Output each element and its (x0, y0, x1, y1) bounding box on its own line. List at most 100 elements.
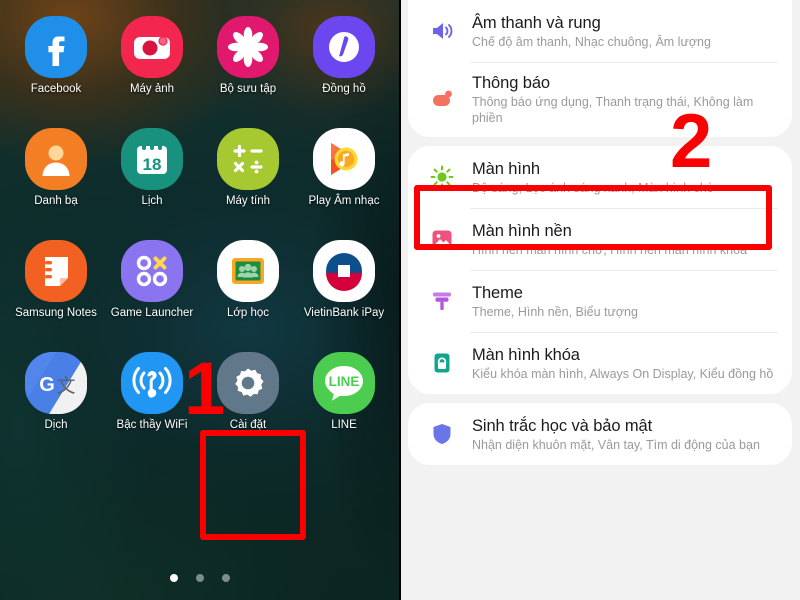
app-label: VietinBank iPay (303, 307, 385, 319)
row-subtitle: Độ sáng, Lọc ánh sáng xanh, Màn hình chờ (472, 180, 716, 195)
app-row: G 文 Dịch Bậc thầy WiFi Cài đặt LINE LINE (8, 352, 392, 464)
app-label: Samsung Notes (15, 307, 97, 319)
row-text: Âm thanh và rung Chế độ âm thanh, Nhạc c… (472, 13, 778, 50)
brightness-sun-icon (422, 164, 462, 190)
row-title: Âm thanh và rung (472, 13, 601, 32)
row-subtitle: Hình nền màn hình chờ, Hình nền màn hình… (472, 242, 748, 257)
page-dot-3[interactable] (222, 574, 230, 582)
app-vietinbank[interactable]: VietinBank iPay (296, 240, 392, 352)
panel-divider (399, 0, 401, 600)
settings-row-biometrics[interactable]: Sinh trắc học và bảo mật Nhận diện khuôn… (408, 403, 792, 465)
row-text: Thông báo Thông báo ứng dụng, Thanh trạn… (472, 73, 778, 126)
row-title: Màn hình khóa (472, 345, 580, 364)
app-samsung-notes[interactable]: Samsung Notes (8, 240, 104, 352)
row-text: Theme Theme, Hình nền, Biểu tượng (472, 283, 778, 320)
row-text: Màn hình Độ sáng, Lọc ánh sáng xanh, Màn… (472, 159, 778, 196)
app-row: Facebook Máy ảnh Bộ sưu tập Đồng hồ (8, 16, 392, 128)
settings-group: Sinh trắc học và bảo mật Nhận diện khuôn… (408, 403, 792, 465)
page-dot-1[interactable] (170, 574, 178, 582)
settings-row-theme[interactable]: Theme Theme, Hình nền, Biểu tượng (408, 270, 792, 332)
settings-group: Màn hình Độ sáng, Lọc ánh sáng xanh, Màn… (408, 146, 792, 394)
svg-text:LINE: LINE (329, 374, 360, 389)
app-clock[interactable]: Đồng hồ (296, 16, 392, 128)
page-dot-2[interactable] (196, 574, 204, 582)
tutorial-screenshot: Facebook Máy ảnh Bộ sưu tập Đồng hồ Danh… (0, 0, 800, 600)
app-label: Play Âm nhạc (308, 195, 380, 207)
android-home-screen[interactable]: Facebook Máy ảnh Bộ sưu tập Đồng hồ Danh… (0, 0, 400, 600)
app-row: Samsung Notes Game Launcher Lớp học Viet… (8, 240, 392, 352)
notification-bubble-icon (422, 87, 462, 113)
app-calculator[interactable]: Máy tính (200, 128, 296, 240)
facebook-icon[interactable] (25, 16, 87, 78)
app-label: LINE (331, 419, 357, 431)
app-label: Bậc thầy WiFi (116, 419, 188, 431)
row-text: Màn hình nền Hình nền màn hình chờ, Hình… (472, 221, 778, 258)
sound-speaker-icon (422, 18, 462, 44)
settings-row-sound[interactable]: Âm thanh và rung Chế độ âm thanh, Nhạc c… (408, 0, 792, 62)
camera-icon[interactable] (121, 16, 183, 78)
wallpaper-image-icon (422, 226, 462, 252)
row-subtitle: Chế độ âm thanh, Nhạc chuông, Âm lượng (472, 34, 711, 49)
security-shield-icon (422, 421, 462, 447)
settings-screen[interactable]: Âm thanh và rung Chế độ âm thanh, Nhạc c… (400, 0, 800, 600)
theme-paint-roller-icon (422, 288, 462, 314)
row-subtitle: Thông báo ứng dụng, Thanh trạng thái, Kh… (472, 95, 754, 125)
row-title: Theme (472, 283, 523, 302)
app-play-music[interactable]: Play Âm nhạc (296, 128, 392, 240)
app-gallery[interactable]: Bộ sưu tập (200, 16, 296, 128)
app-calendar[interactable]: 18 Lịch (104, 128, 200, 240)
calendar-icon[interactable]: 18 (121, 128, 183, 190)
app-translate[interactable]: G 文 Dịch (8, 352, 104, 464)
app-settings[interactable]: Cài đặt (200, 352, 296, 464)
svg-text:G: G (39, 374, 55, 396)
app-classroom[interactable]: Lớp học (200, 240, 296, 352)
row-subtitle: Kiểu khóa màn hình, Always On Display, K… (472, 366, 774, 381)
app-label: Lịch (141, 195, 163, 207)
lock-screen-icon (422, 350, 462, 376)
calendar-day-number: 18 (143, 155, 162, 174)
row-title: Sinh trắc học và bảo mật (472, 416, 653, 435)
app-label: Máy tính (225, 195, 271, 207)
app-line[interactable]: LINE LINE (296, 352, 392, 464)
gallery-icon[interactable] (217, 16, 279, 78)
settings-row-display[interactable]: Màn hình Độ sáng, Lọc ánh sáng xanh, Màn… (408, 146, 792, 208)
app-label: Máy ảnh (129, 83, 175, 95)
app-label: Lớp học (226, 307, 270, 319)
app-label: Bộ sưu tập (219, 83, 277, 95)
app-grid: Facebook Máy ảnh Bộ sưu tập Đồng hồ Danh… (0, 0, 400, 464)
app-facebook[interactable]: Facebook (8, 16, 104, 128)
app-label: Game Launcher (110, 307, 194, 319)
settings-row-notifications[interactable]: Thông báo Thông báo ứng dụng, Thanh trạn… (408, 62, 792, 137)
app-camera[interactable]: Máy ảnh (104, 16, 200, 128)
page-indicator (0, 574, 400, 582)
row-subtitle: Nhận diện khuôn mặt, Vân tay, Tìm di độn… (472, 437, 760, 452)
vietinbank-icon[interactable] (313, 240, 375, 302)
clock-icon[interactable] (313, 16, 375, 78)
app-label: Cài đặt (229, 419, 267, 431)
row-text: Màn hình khóa Kiểu khóa màn hình, Always… (472, 345, 778, 382)
app-label: Dịch (44, 419, 68, 431)
app-contacts[interactable]: Danh bạ (8, 128, 104, 240)
settings-row-lockscreen[interactable]: Màn hình khóa Kiểu khóa màn hình, Always… (408, 332, 792, 394)
line-icon[interactable]: LINE (313, 352, 375, 414)
app-game-launcher[interactable]: Game Launcher (104, 240, 200, 352)
settings-row-wallpaper[interactable]: Màn hình nền Hình nền màn hình chờ, Hình… (408, 208, 792, 270)
wifi-master-icon[interactable] (121, 352, 183, 414)
row-subtitle: Theme, Hình nền, Biểu tượng (472, 304, 638, 319)
play-music-icon[interactable] (313, 128, 375, 190)
row-title: Thông báo (472, 74, 550, 92)
app-row: Danh bạ 18 Lịch Máy tính Play Âm nhạc (8, 128, 392, 240)
google-translate-icon[interactable]: G 文 (25, 352, 87, 414)
row-title: Màn hình (472, 159, 540, 178)
svg-text:文: 文 (56, 375, 75, 397)
samsung-notes-icon[interactable] (25, 240, 87, 302)
app-wifi-master[interactable]: Bậc thầy WiFi (104, 352, 200, 464)
game-launcher-icon[interactable] (121, 240, 183, 302)
calculator-icon[interactable] (217, 128, 279, 190)
google-classroom-icon[interactable] (217, 240, 279, 302)
app-label: Facebook (30, 83, 82, 95)
row-text: Sinh trắc học và bảo mật Nhận diện khuôn… (472, 416, 778, 453)
app-label: Danh bạ (34, 195, 78, 207)
settings-gear-icon[interactable] (217, 352, 279, 414)
contacts-icon[interactable] (25, 128, 87, 190)
